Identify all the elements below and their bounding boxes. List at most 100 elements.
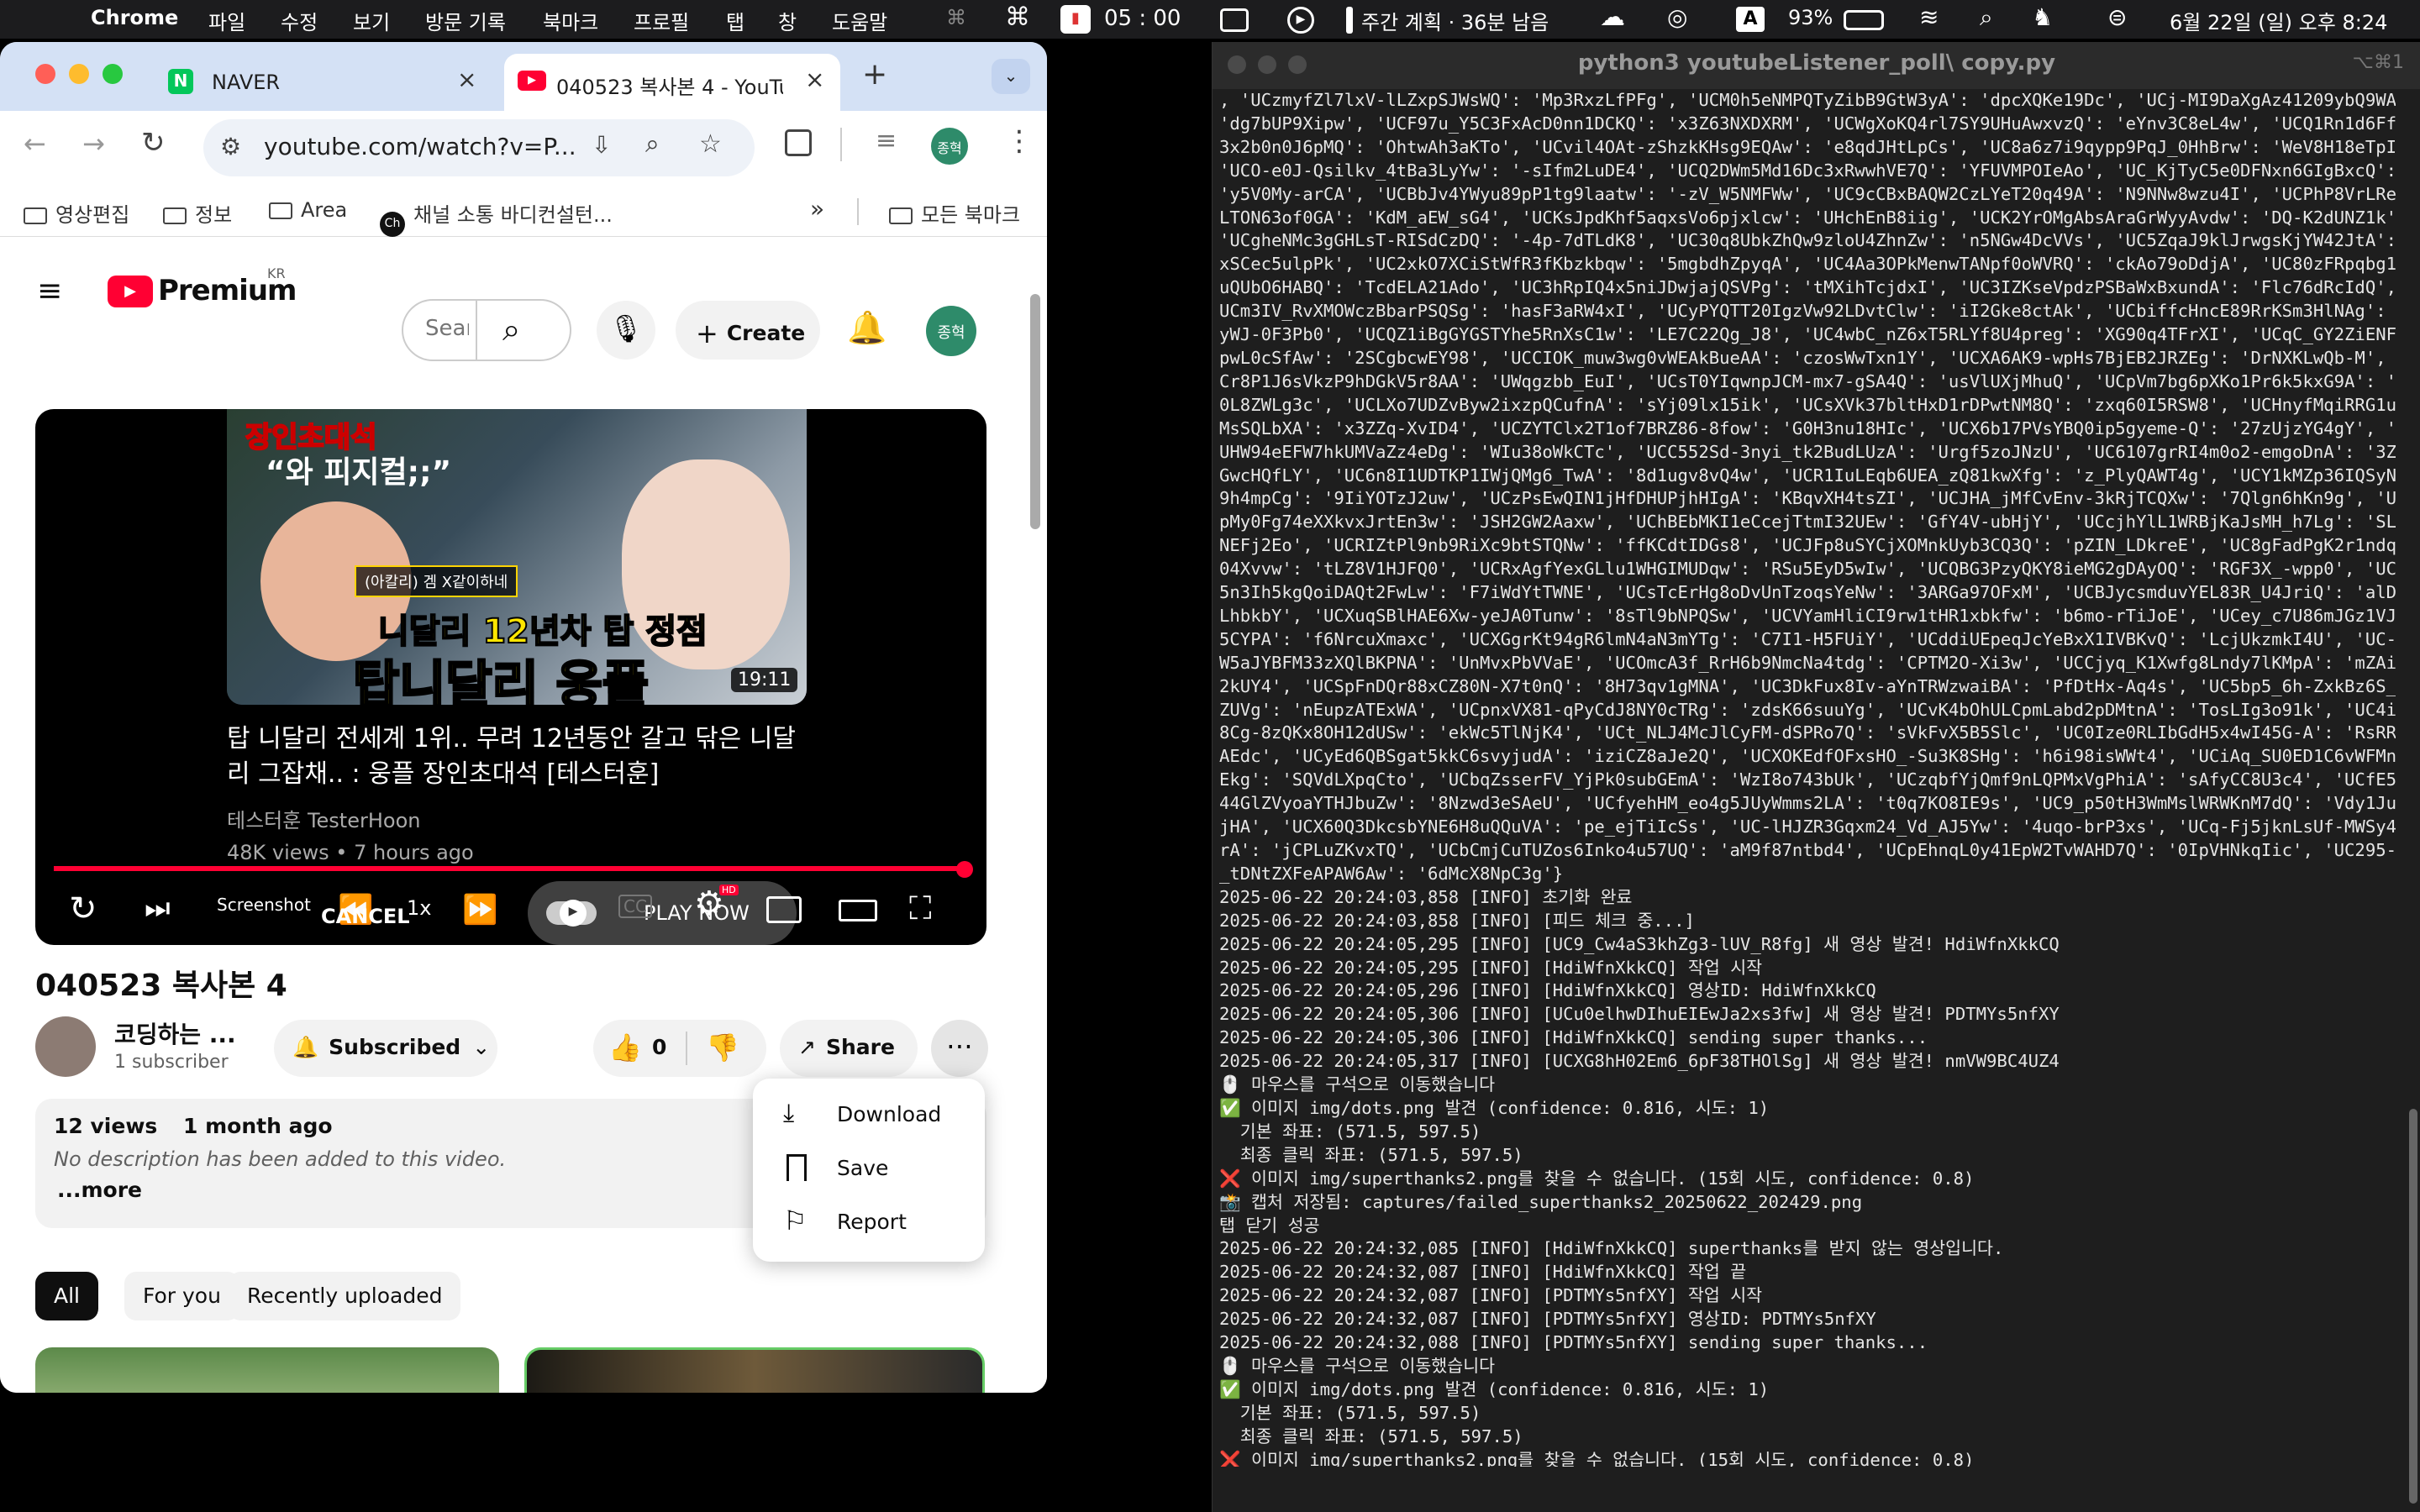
timer-display[interactable]: 05 : 00 [1104, 6, 1181, 31]
profile-avatar[interactable]: 종혁 [931, 128, 968, 165]
menubar-clock[interactable]: 6월 22일 (일) 오후 8:24 [2170, 6, 2387, 35]
dislike-icon[interactable]: 👎 [706, 1032, 739, 1063]
video-player[interactable]: 장인초대석 “와 피지컬;;” (아칼리) 겜 X같이하네 니달리 12년차 탑… [35, 409, 986, 945]
bookmark-folder-3[interactable]: Area [269, 198, 347, 222]
account-avatar[interactable]: 종혁 [926, 306, 976, 356]
screenshot-extension-label[interactable]: Screenshot [217, 895, 311, 915]
captions-icon[interactable]: CC [618, 895, 652, 918]
theater-mode-icon[interactable] [839, 900, 877, 921]
bookmark-folder-2[interactable]: 정보 [163, 198, 232, 228]
menu-history[interactable]: 방문 기록 [425, 6, 506, 35]
install-app-icon[interactable]: ⇩ [592, 131, 611, 159]
create-button[interactable]: + Create [676, 301, 820, 360]
wifi-icon[interactable]: ≋ [1919, 3, 1939, 31]
menu-profiles[interactable]: 프로필 [634, 6, 689, 35]
subscribed-button[interactable]: 🔔 Subscribed ⌄ [274, 1020, 497, 1077]
terminal-output[interactable]: , 'UCzmyfZl7lxV-lLZxpSJWsWQ': 'Mp3RxzLfP… [1219, 89, 2396, 1467]
reload-icon[interactable]: ↻ [141, 126, 166, 160]
chip-for-you[interactable]: For you [124, 1272, 239, 1320]
play-circle-icon[interactable]: ▶ [1287, 7, 1314, 34]
control-center-icon[interactable]: ⊜ [2107, 3, 2127, 31]
terminal-minimize-button[interactable] [1258, 55, 1276, 74]
tab-search-chevron-icon[interactable]: ⌄ [992, 59, 1030, 94]
forward-icon[interactable]: → [82, 128, 105, 160]
reminder-text[interactable]: 주간 계획 · 36분 남음 [1361, 6, 1549, 35]
spotlight-search-icon[interactable]: ⌕ [1980, 3, 1993, 32]
window-minimize-button[interactable] [69, 64, 89, 84]
more-actions-icon[interactable]: ⋯ [931, 1020, 988, 1077]
playback-speed[interactable]: 1x [407, 896, 431, 920]
terminal-close-button[interactable] [1228, 55, 1246, 74]
airplay-icon[interactable]: ◎ [1667, 3, 1687, 31]
cancel-autoplay-button[interactable]: CANCEL [321, 905, 410, 928]
menu-item-download[interactable]: ⤓ Download [753, 1089, 985, 1142]
search-input[interactable] [425, 316, 469, 341]
recommended-thumbnail-2[interactable] [524, 1347, 985, 1393]
media-control-icon[interactable]: ≡ [876, 126, 897, 155]
url-text[interactable]: youtube.com/watch?v=P... [264, 133, 576, 160]
end-card-thumbnail[interactable]: 장인초대석 “와 피지컬;;” (아칼리) 겜 X같이하네 니달리 12년차 탑… [227, 409, 807, 705]
menu-item-report[interactable]: ⚐ Report [753, 1196, 985, 1250]
scrubber-handle[interactable] [956, 861, 973, 878]
bookmark-star-icon[interactable]: ☆ [699, 129, 722, 159]
window-zoom-button[interactable] [103, 64, 123, 84]
calendar-icon[interactable]: ▮ [1060, 5, 1091, 34]
voice-search-icon[interactable]: 🎙 [597, 301, 655, 360]
wifi-signal-icon[interactable]: ⌘ [946, 6, 966, 29]
cloud-icon[interactable]: ☁ [1600, 3, 1625, 32]
zoom-icon[interactable]: ⌕ [645, 129, 660, 159]
window-icon[interactable] [1220, 8, 1249, 32]
channel-name[interactable]: 코딩하는 ... [114, 1016, 236, 1050]
tab-close-icon[interactable]: × [805, 66, 824, 93]
end-card-channel[interactable]: 테스터훈 TesterHoon [227, 804, 420, 833]
battery-icon[interactable] [1844, 10, 1884, 30]
recommended-thumbnail-1[interactable] [35, 1347, 499, 1393]
site-info-icon[interactable]: ⚙ [220, 133, 241, 160]
hamburger-menu-icon[interactable]: ≡ [37, 274, 62, 308]
new-tab-icon[interactable]: + [862, 57, 887, 92]
command-icon[interactable]: ⌘ [1005, 3, 1030, 32]
tab-youtube-active[interactable]: ▶ 040523 복사본 4 - YouTu × [504, 54, 840, 111]
menu-item-save[interactable]: Save [753, 1142, 985, 1196]
replay-icon[interactable]: ↻ [69, 890, 97, 928]
like-icon[interactable]: 👍 [608, 1032, 642, 1063]
app-status-icon[interactable]: ♞ [2032, 3, 2053, 31]
menu-tab[interactable]: 탭 [726, 6, 744, 35]
all-bookmarks[interactable]: 모든 북마크 [889, 198, 1020, 228]
extensions-icon[interactable] [785, 129, 812, 156]
address-bar[interactable]: ⚙ youtube.com/watch?v=P... ⇩ ⌕ ☆ [203, 119, 755, 176]
tab-naver[interactable]: N NAVER × [151, 54, 494, 111]
menu-edit[interactable]: 수정 [281, 6, 318, 35]
menu-window[interactable]: 창 [778, 6, 797, 35]
tab-close-icon[interactable]: × [457, 66, 476, 93]
terminal-zoom-button[interactable] [1288, 55, 1307, 74]
menu-app-name[interactable]: Chrome [91, 6, 178, 29]
menu-file[interactable]: 파일 [208, 6, 245, 35]
progress-track[interactable] [54, 866, 965, 871]
miniplayer-icon[interactable] [766, 896, 802, 923]
fullscreen-icon[interactable]: ⛶ [909, 890, 932, 927]
chrome-menu-icon[interactable]: ⋮ [1005, 124, 1034, 158]
menu-view[interactable]: 보기 [353, 6, 390, 35]
bookmark-link-4[interactable]: Ch 채널 소통 바디컨설턴... [380, 198, 613, 237]
menu-bookmarks[interactable]: 북마크 [543, 6, 598, 35]
menu-help[interactable]: 도움말 [832, 6, 887, 35]
fast-forward-icon[interactable]: ⏩ [462, 893, 497, 927]
search-icon[interactable]: ⌕ [502, 311, 520, 349]
chip-recently-uploaded[interactable]: Recently uploaded [229, 1272, 461, 1320]
search-box[interactable]: ⌕ [402, 299, 571, 361]
show-more-link[interactable]: ...more [57, 1178, 142, 1202]
window-close-button[interactable] [35, 64, 55, 84]
terminal-scrollbar[interactable] [2409, 1109, 2417, 1504]
back-icon[interactable]: ← [24, 128, 46, 160]
channel-avatar[interactable] [35, 1016, 96, 1077]
chip-all[interactable]: All [35, 1272, 98, 1320]
bookmark-folder-1[interactable]: 영상편집 [24, 198, 129, 228]
notifications-bell-icon[interactable]: 🔔 [847, 309, 886, 347]
next-video-icon[interactable]: ⏭ [145, 891, 171, 925]
bookmarks-overflow-icon[interactable]: » [810, 195, 824, 223]
input-source-icon[interactable]: A [1736, 7, 1765, 32]
play-now-button[interactable]: ▶ PLAY NOW [528, 881, 797, 945]
page-scrollbar[interactable] [1030, 294, 1040, 529]
share-button[interactable]: ↗ Share [780, 1020, 918, 1077]
